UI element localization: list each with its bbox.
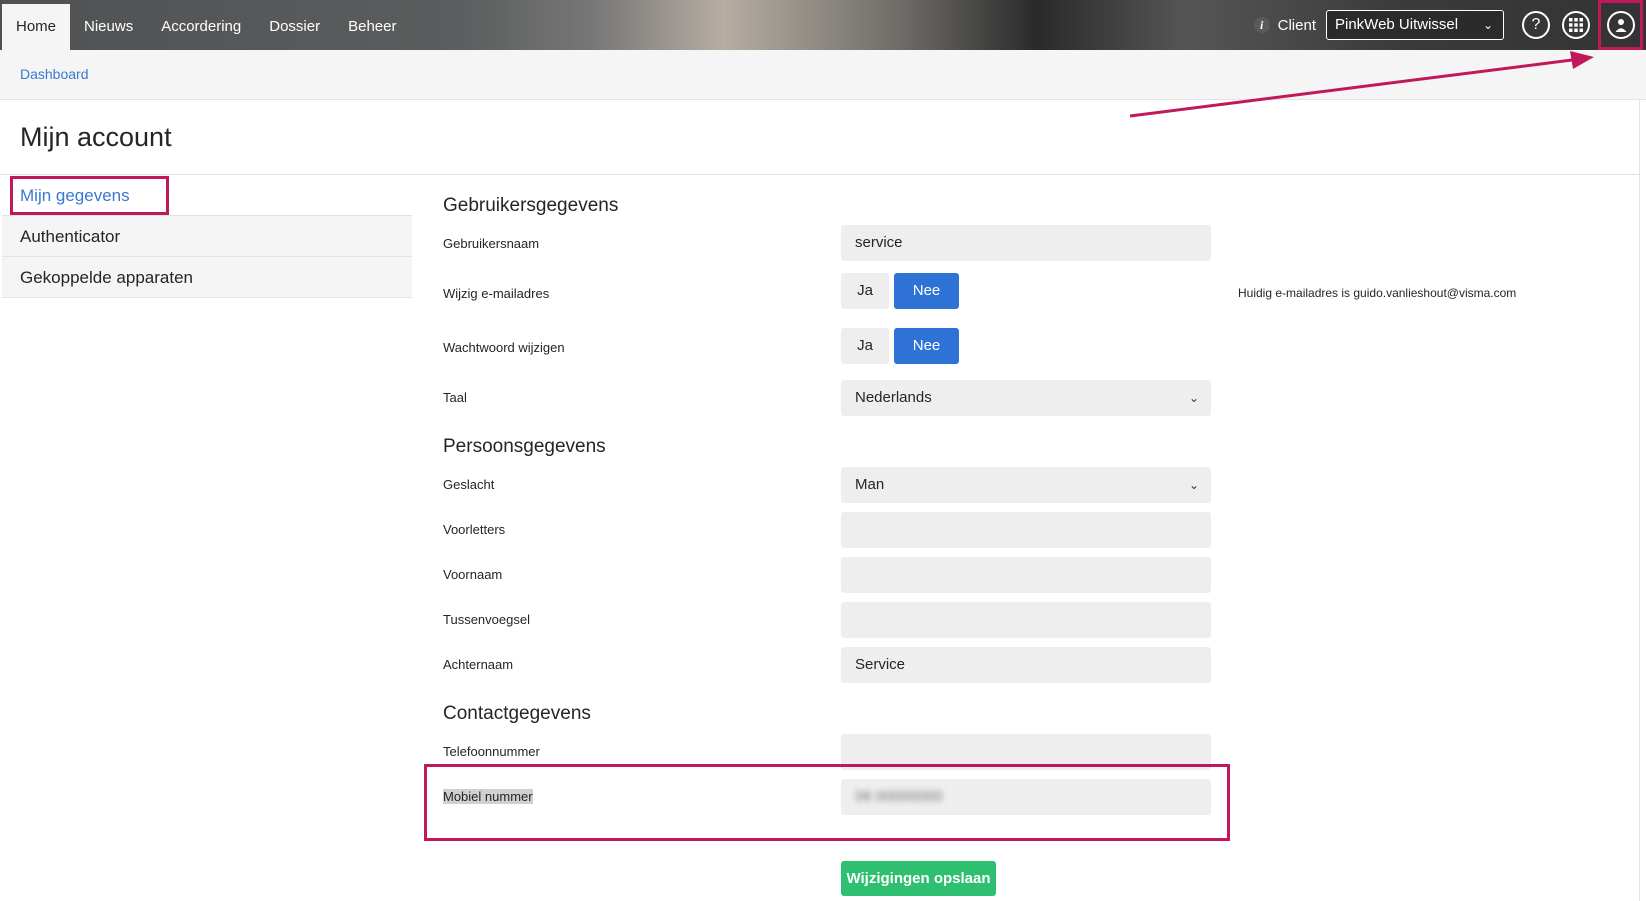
nav-accordering[interactable]: Accordering	[147, 4, 255, 50]
help-icon[interactable]: ?	[1522, 11, 1550, 39]
chevron-down-icon: ⌄	[1482, 18, 1493, 32]
nav-home[interactable]: Home	[2, 4, 71, 50]
change-password-no-button[interactable]: Nee	[894, 328, 959, 364]
section-title-contact: Contactgegevens	[443, 703, 591, 724]
sidebar-item-authenticator[interactable]: Authenticator	[2, 216, 412, 257]
username-field[interactable]: service	[841, 225, 1211, 261]
change-email-label: Wijzig e-mailadres	[443, 286, 550, 301]
infix-field[interactable]	[841, 602, 1211, 638]
main-nav: Home Nieuws Accordering Dossier Beheer	[2, 4, 410, 50]
lastname-label: Achternaam	[443, 657, 514, 672]
annotation-highlight-mobile	[424, 764, 1230, 841]
top-navigation-bar: Home Nieuws Accordering Dossier Beheer i…	[0, 0, 1646, 50]
change-email-toggle: Ja Nee	[841, 273, 964, 309]
section-title-person: Persoonsgegevens	[443, 436, 606, 457]
change-password-toggle: Ja Nee	[841, 328, 964, 364]
firstname-field[interactable]	[841, 557, 1211, 593]
phone-label: Telefoonnummer	[443, 744, 540, 759]
breadcrumb: Dashboard	[0, 50, 1646, 100]
client-label: Client	[1277, 16, 1316, 34]
initials-label: Voorletters	[443, 522, 506, 537]
info-icon[interactable]: i	[1253, 17, 1270, 33]
language-select[interactable]: Nederlands ⌄	[841, 380, 1211, 416]
section-title-user: Gebruikersgegevens	[443, 195, 619, 216]
change-password-label: Wachtwoord wijzigen	[443, 340, 565, 355]
client-select[interactable]: PinkWeb Uitwissel ⌄	[1326, 10, 1504, 40]
lastname-field[interactable]: Service	[841, 647, 1211, 683]
infix-label: Tussenvoegsel	[443, 612, 530, 627]
apps-grid-icon[interactable]	[1562, 11, 1590, 39]
sidebar-item-gekoppelde-apparaten[interactable]: Gekoppelde apparaten	[2, 257, 412, 298]
page-border	[1639, 100, 1640, 901]
gender-label: Geslacht	[443, 477, 495, 492]
username-label: Gebruikersnaam	[443, 236, 540, 251]
user-account-icon[interactable]	[1606, 11, 1635, 39]
nav-beheer[interactable]: Beheer	[334, 4, 410, 50]
language-select-value: Nederlands	[855, 389, 932, 406]
change-email-yes-button[interactable]: Ja	[841, 273, 889, 309]
client-select-value: PinkWeb Uitwissel	[1335, 16, 1459, 33]
change-password-yes-button[interactable]: Ja	[841, 328, 889, 364]
nav-dossier[interactable]: Dossier	[255, 4, 334, 50]
page-title: Mijn account	[20, 122, 172, 152]
change-email-no-button[interactable]: Nee	[894, 273, 959, 309]
chevron-down-icon: ⌄	[1188, 391, 1199, 405]
nav-nieuws[interactable]: Nieuws	[70, 4, 147, 50]
chevron-down-icon: ⌄	[1188, 478, 1199, 492]
initials-field[interactable]	[841, 512, 1211, 548]
breadcrumb-dashboard[interactable]: Dashboard	[20, 66, 89, 82]
save-changes-button[interactable]: Wijzigingen opslaan	[841, 861, 996, 896]
user-account-highlight	[1598, 0, 1643, 50]
current-email-note: Huidig e-mailadres is guido.vanlieshout@…	[1238, 286, 1517, 300]
firstname-label: Voornaam	[443, 567, 503, 582]
gender-select[interactable]: Man ⌄	[841, 467, 1211, 503]
header-tools: i Client PinkWeb Uitwissel ⌄ ?	[1253, 0, 1646, 50]
annotation-highlight-sidebar	[10, 176, 169, 215]
gender-select-value: Man	[855, 476, 885, 493]
language-label: Taal	[443, 390, 467, 405]
